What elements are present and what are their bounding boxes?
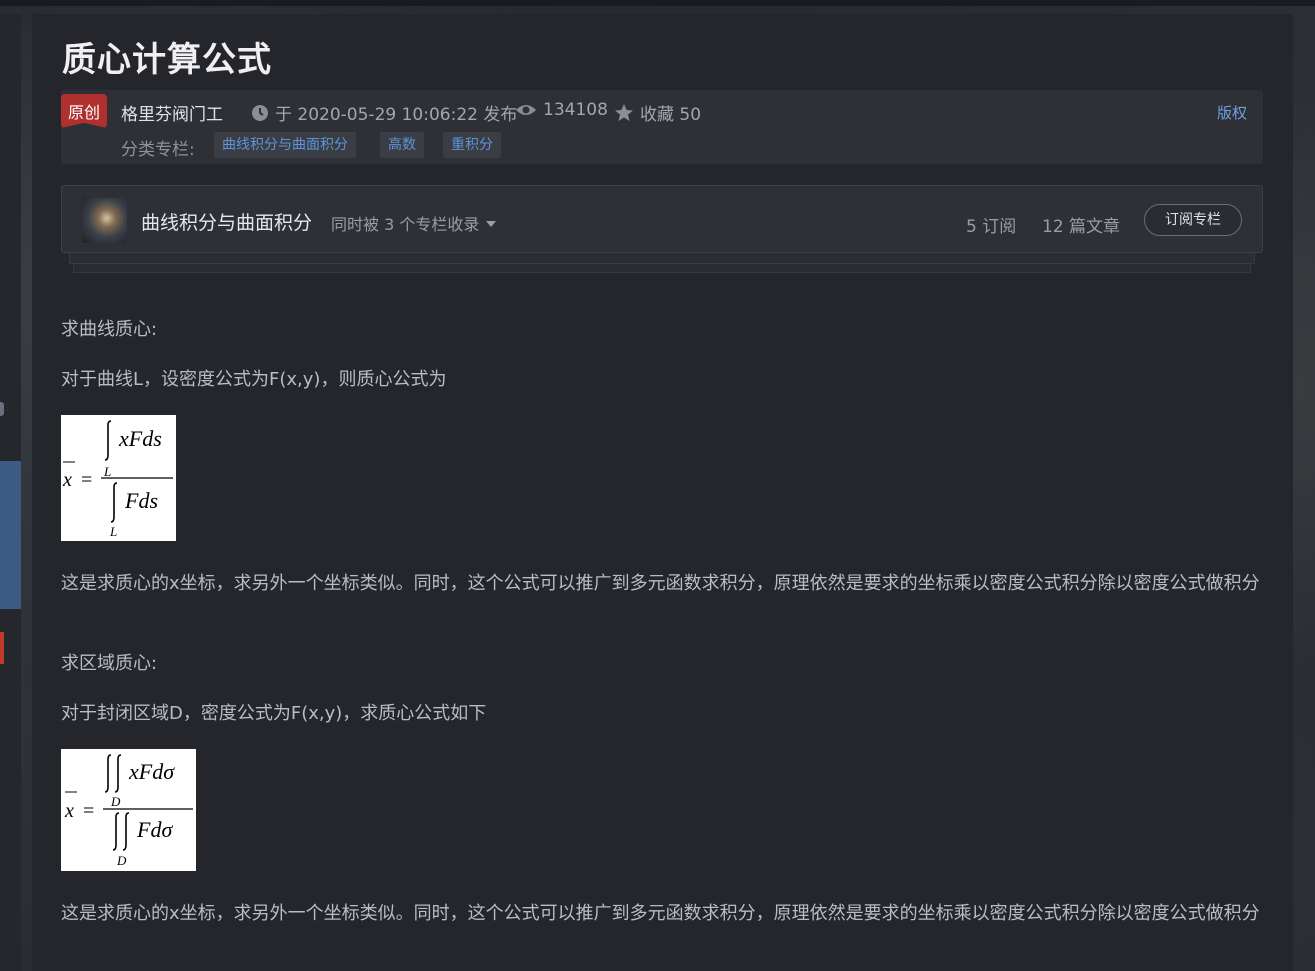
formula-curve-centroid-image: x = xFds L Fds L: [61, 415, 176, 541]
left-side-marker[interactable]: [0, 632, 4, 664]
favorite-count-text: 收藏 50: [640, 105, 702, 125]
star-icon: [614, 103, 634, 123]
eye-icon: [515, 102, 537, 118]
formula2-den-subscript: D: [116, 853, 127, 868]
article-container: 质心计算公式 原创 格里芬阀门工 于 2020-05-29 10:06:22 发…: [32, 14, 1293, 971]
formula1-num-subscript: L: [103, 464, 111, 479]
formula1-numerator: xFds: [118, 426, 162, 451]
formula2-num-subscript: D: [110, 794, 121, 809]
formula1-eq: =: [81, 469, 92, 491]
formula1-den-subscript: L: [109, 524, 117, 539]
article-meta-bar: 原创 格里芬阀门工 于 2020-05-29 10:06:22 发布 13410…: [61, 90, 1263, 164]
left-side-widget[interactable]: [0, 461, 21, 609]
paragraph-curve-density: 对于曲线L，设密度公式为F(x,y)，则质心公式为: [61, 369, 447, 390]
column-thumbnail: [82, 198, 127, 243]
tag-multiple-integral[interactable]: 重积分: [443, 132, 501, 158]
clock-icon: [251, 104, 269, 122]
column-card-stack-back: [73, 263, 1251, 273]
paragraph-curve-centroid-heading: 求曲线质心:: [61, 319, 158, 340]
caret-down-icon: [486, 212, 497, 231]
page-title: 质心计算公式: [62, 40, 272, 80]
formula-region-centroid-image: x = xFdσ D Fdσ D: [61, 749, 196, 871]
author-link[interactable]: 格里芬阀门工: [121, 100, 223, 125]
column-card-stack-mid: [69, 252, 1255, 264]
view-count-text: 134108: [543, 100, 608, 120]
column-card[interactable]: 曲线积分与曲面积分 同时被 3 个专栏收录 5 订阅 12 篇文章 订阅专栏: [61, 185, 1263, 253]
column-subscribers: 5 订阅: [966, 217, 1017, 237]
column-also-in-text: 同时被 3 个专栏收录: [331, 215, 480, 234]
favorite-count[interactable]: 收藏 50: [614, 100, 701, 125]
column-name[interactable]: 曲线积分与曲面积分: [141, 208, 312, 235]
column-also-in-dropdown[interactable]: 同时被 3 个专栏收录: [331, 211, 497, 235]
column-article-count: 12 篇文章: [1042, 217, 1121, 237]
tag-advanced-math[interactable]: 高数: [380, 132, 424, 158]
top-toolbar-strip: [0, 0, 1315, 6]
formula1-denominator: Fds: [124, 488, 158, 513]
tag-curve-surface-integral[interactable]: 曲线积分与曲面积分: [214, 132, 356, 158]
formula1-lhs: x: [62, 469, 72, 491]
original-badge: 原创: [61, 94, 107, 128]
formula2-numerator: xFdσ: [128, 759, 175, 784]
paragraph-curve-explanation: 这是求质心的x坐标，求另外一个坐标类似。同时，这个公式可以推广到多元函数求积分，…: [61, 573, 1260, 594]
paragraph-region-density: 对于封闭区域D，密度公式为F(x,y)，求质心公式如下: [61, 703, 487, 724]
category-label: 分类专栏:: [121, 140, 195, 160]
paragraph-region-centroid-heading: 求区域质心:: [61, 653, 158, 674]
publish-time-text: 于 2020-05-29 10:06:22 发布: [275, 105, 518, 125]
view-count: 134108: [515, 100, 608, 120]
formula2-denominator: Fdσ: [136, 817, 173, 842]
formula2-lhs: x: [64, 800, 74, 822]
left-scroll-indicator[interactable]: [0, 402, 4, 416]
paragraph-region-explanation: 这是求质心的x坐标，求另外一个坐标类似。同时，这个公式可以推广到多元函数求积分，…: [61, 903, 1260, 924]
formula2-eq: =: [83, 800, 94, 822]
subscribe-column-button[interactable]: 订阅专栏: [1144, 204, 1242, 236]
publish-time: 于 2020-05-29 10:06:22 发布: [251, 100, 517, 125]
copyright-link[interactable]: 版权: [1217, 102, 1247, 123]
